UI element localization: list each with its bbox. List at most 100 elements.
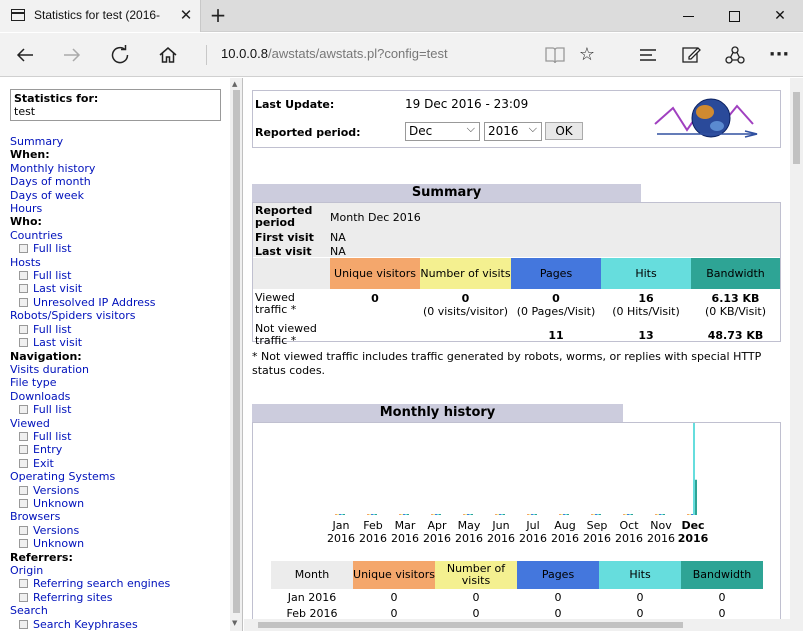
- hits-per-visit: (0 Hits/Visit): [612, 305, 680, 318]
- history-col-number-of-visits: Number of visits: [435, 561, 517, 589]
- ok-button[interactable]: OK: [545, 122, 583, 140]
- tab-close-icon[interactable]: ✕: [178, 6, 194, 24]
- bar-aug-series-1: [561, 514, 563, 515]
- menu-scroll-thumb[interactable]: [233, 90, 240, 613]
- bar-jul-series-2: [531, 514, 533, 515]
- minimize-button[interactable]: [665, 0, 711, 32]
- back-button[interactable]: [10, 40, 40, 70]
- horizontal-scrollbar[interactable]: [244, 619, 790, 631]
- main-scroll-thumb[interactable]: [793, 92, 800, 164]
- tick-year-jun: 2016: [487, 532, 515, 545]
- menu-link-unknown[interactable]: Unknown: [10, 537, 230, 550]
- bar-jun-series-1: [497, 514, 499, 515]
- menu-link-exit[interactable]: Exit: [10, 457, 230, 470]
- menu-link-robots-spiders-visitors[interactable]: Robots/Spiders visitors: [10, 309, 230, 322]
- viewed-unique-visitors: 0: [371, 292, 379, 305]
- menu-link-full-list[interactable]: Full list: [10, 269, 230, 282]
- menu-link-full-list[interactable]: Full list: [10, 403, 230, 416]
- bar-nov-series-2: [659, 514, 661, 515]
- menu-link-days-of-month[interactable]: Days of month: [10, 175, 230, 188]
- menu-link-browsers[interactable]: Browsers: [10, 510, 230, 523]
- menu-link-last-visit[interactable]: Last visit: [10, 336, 230, 349]
- bar-mar-series-1: [401, 514, 403, 515]
- maximize-button[interactable]: [711, 0, 757, 32]
- page-icon: [11, 9, 25, 21]
- browser-tab[interactable]: Statistics for test (2016- ✕: [0, 0, 201, 32]
- bar-feb-series-3: [373, 514, 375, 515]
- bar-jan-series-2: [339, 514, 341, 515]
- menu-scrollbar[interactable]: ▲ ▼: [230, 78, 242, 631]
- stats-for-label: Statistics for:: [14, 92, 99, 105]
- tick-label-nov: Nov: [650, 519, 672, 532]
- menu-link-viewed[interactable]: Viewed: [10, 417, 230, 430]
- menu-link-days-of-week[interactable]: Days of week: [10, 189, 230, 202]
- menu-link-full-list[interactable]: Full list: [10, 323, 230, 336]
- year-select[interactable]: 2016: [484, 122, 542, 141]
- pages-per-visit: (0 Pages/Visit): [516, 305, 596, 318]
- menu-link-unresolved-ip-address[interactable]: Unresolved IP Address: [10, 296, 230, 309]
- bar-apr-series-4: [439, 514, 441, 515]
- book-icon: [545, 47, 565, 64]
- refresh-button[interactable]: [105, 40, 135, 70]
- menu-link-full-list[interactable]: Full list: [10, 242, 230, 255]
- tick-label-aug: Aug: [554, 519, 575, 532]
- menu-link-referring-sites[interactable]: Referring sites: [10, 591, 230, 604]
- menu-link-summary[interactable]: Summary: [10, 135, 230, 148]
- scroll-down-icon[interactable]: ▼: [232, 619, 237, 627]
- favorite-button[interactable]: ☆: [572, 40, 602, 70]
- share-button[interactable]: [720, 40, 750, 70]
- web-note-button[interactable]: [676, 40, 706, 70]
- bar-jan-series-4: [343, 514, 345, 515]
- menu-link-downloads[interactable]: Downloads: [10, 390, 230, 403]
- summary-header-blank: [253, 258, 330, 289]
- scroll-up-icon[interactable]: ▲: [232, 80, 237, 88]
- bar-sep-series-2: [595, 514, 597, 515]
- bar-jun-series-0: [495, 514, 497, 515]
- home-button[interactable]: [153, 40, 183, 70]
- menu-link-hosts[interactable]: Hosts: [10, 256, 230, 269]
- menu-link-file-type[interactable]: File type: [10, 376, 230, 389]
- menu-link-search[interactable]: Search: [10, 604, 230, 617]
- back-arrow-icon: [16, 48, 33, 62]
- bar-jul-series-4: [535, 514, 537, 515]
- menu-link-search-keyphrases[interactable]: Search Keyphrases: [10, 618, 230, 631]
- menu-link-referring-search-engines[interactable]: Referring search engines: [10, 577, 230, 590]
- reading-view-button[interactable]: [540, 40, 570, 70]
- monthly-history-title: Monthly history: [252, 404, 623, 422]
- menu-link-visits-duration[interactable]: Visits duration: [10, 363, 230, 376]
- menu-link-versions[interactable]: Versions: [10, 524, 230, 537]
- bar-apr-series-0: [431, 514, 433, 515]
- address-bar[interactable]: 10.0.0.8/awstats/awstats.pl?config=test: [221, 46, 448, 61]
- title-bar: Statistics for test (2016- ✕ + ✕: [0, 0, 803, 32]
- first-visit-label: First visit: [255, 231, 314, 244]
- bar-aug-series-0: [559, 514, 561, 515]
- not-viewed-bandwidth: 48.73 KB: [707, 329, 764, 342]
- main-scrollbar[interactable]: [790, 78, 803, 631]
- history-row-value: 0: [636, 591, 644, 604]
- new-tab-button[interactable]: +: [207, 5, 229, 27]
- horizontal-scroll-thumb[interactable]: [258, 622, 683, 628]
- traffic-footnote: * Not viewed traffic includes traffic ge…: [252, 350, 762, 377]
- menu-link-monthly-history[interactable]: Monthly history: [10, 162, 230, 175]
- pen-icon: [682, 47, 701, 63]
- last-visit-label: Last visit: [255, 245, 312, 258]
- viewed-hits: 16: [638, 292, 654, 305]
- hub-button[interactable]: [633, 40, 663, 70]
- month-select[interactable]: Dec: [405, 122, 480, 141]
- menu-link-hours[interactable]: Hours: [10, 202, 230, 215]
- menu-link-origin[interactable]: Origin: [10, 564, 230, 577]
- more-button[interactable]: ···: [764, 40, 794, 70]
- menu-link-last-visit[interactable]: Last visit: [10, 282, 230, 295]
- menu-link-unknown[interactable]: Unknown: [10, 497, 230, 510]
- forward-button[interactable]: [57, 40, 87, 70]
- menu-link-operating-systems[interactable]: Operating Systems: [10, 470, 230, 483]
- viewed-visits: 0: [461, 292, 470, 305]
- monthly-history-chart: Jan2016Feb2016Mar2016Apr2016May2016Jun20…: [327, 423, 709, 545]
- history-row-month: Jan 2016: [287, 591, 337, 604]
- menu-link-full-list[interactable]: Full list: [10, 430, 230, 443]
- menu-link-countries[interactable]: Countries: [10, 229, 230, 242]
- stats-for-box: Statistics for: test: [10, 89, 221, 121]
- menu-link-entry[interactable]: Entry: [10, 443, 230, 456]
- close-window-button[interactable]: ✕: [757, 0, 803, 32]
- menu-link-versions[interactable]: Versions: [10, 484, 230, 497]
